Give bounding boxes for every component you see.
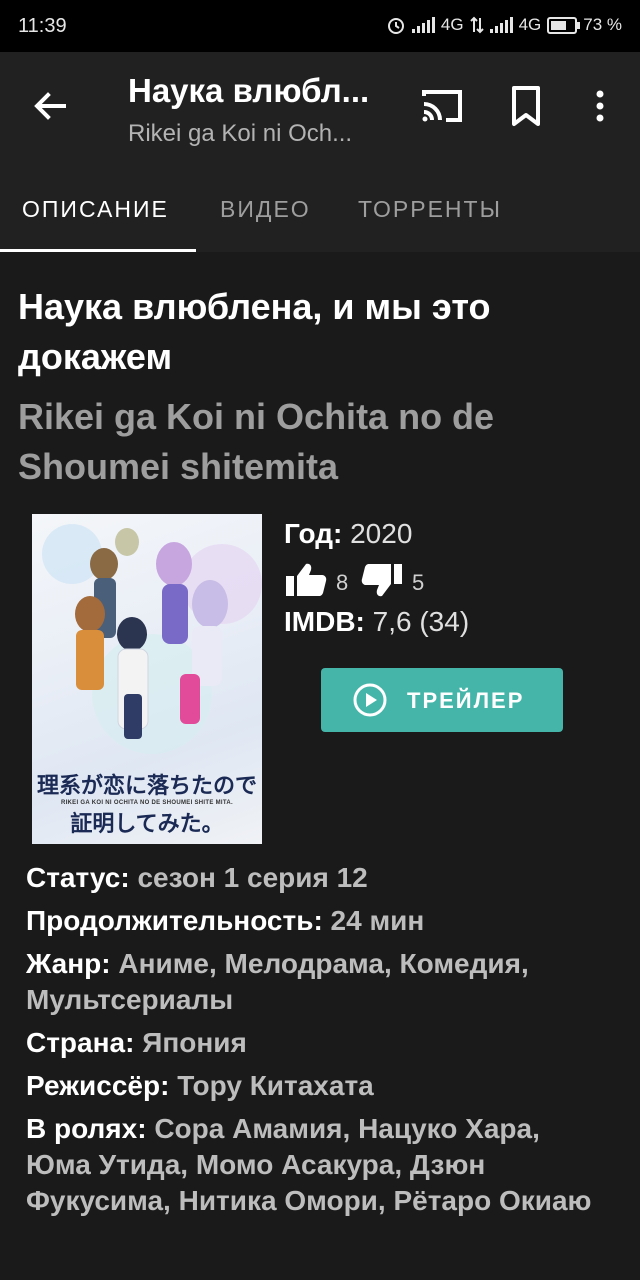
battery-icon: [547, 16, 581, 34]
cast-icon[interactable]: [418, 82, 466, 130]
trailer-label: ТРЕЙЛЕР: [407, 688, 525, 713]
detail-label: Продолжительность: [26, 905, 314, 936]
detail-label: Страна: [26, 1027, 126, 1058]
movie-original-title: Rikei ga Koi ni Ochita no de Shoumei shi…: [18, 396, 495, 487]
detail-value: сезон 1 серия 12: [137, 862, 368, 893]
year-row: Год: 2020: [284, 518, 413, 549]
detail-director: Режиссёр: Тору Китахата: [26, 1070, 374, 1101]
poster-title-line1: 理系が恋に落ちたので: [36, 774, 257, 799]
network-type-1: 4G: [440, 15, 464, 34]
movie-title: Наука влюблена, и мы это докажем: [18, 286, 491, 377]
alarm-icon: [387, 18, 404, 34]
trailer-button[interactable]: ТРЕЙЛЕР: [321, 668, 563, 732]
toolbar: Наука влюбл... Rikei ga Koi ni Och...: [0, 52, 640, 160]
back-arrow-icon[interactable]: [26, 82, 74, 130]
data-transfer-icon: [469, 16, 484, 34]
content: Наука влюблена, и мы это докажем Rikei g…: [0, 252, 640, 1280]
dislikes-count: 5: [412, 570, 425, 595]
detail-value: 24 мин: [330, 905, 425, 936]
detail-label: Статус: [26, 862, 121, 893]
status-icons: 4G 4G 73 %: [386, 15, 622, 35]
imdb-label: IMDB: [284, 606, 356, 637]
toolbar-title: Наука влюбл...: [128, 72, 370, 109]
detail-value: Тору Китахата: [177, 1070, 374, 1101]
tab-bar: ОПИСАНИЕ ВИДЕО ТОРРЕНТЫ: [0, 160, 640, 252]
detail-label: В ролях: [26, 1113, 138, 1144]
signal-icon-2: [489, 17, 513, 33]
poster-image[interactable]: 理系が恋に落ちたので RIKEI GA KOI NI OCHITA NO DE …: [32, 514, 262, 844]
toolbar-subtitle: Rikei ga Koi ni Och...: [128, 120, 353, 147]
play-circle-icon: [353, 683, 387, 717]
toolbar-titles: Наука влюбл... Rikei ga Koi ni Och...: [128, 72, 388, 148]
poster-caption: 理系が恋に落ちたので RIKEI GA KOI NI OCHITA NO DE …: [32, 768, 262, 838]
tab-torrents[interactable]: ТОРРЕНТЫ: [358, 196, 502, 223]
detail-duration: Продолжительность: 24 мин: [26, 905, 425, 936]
network-type-2: 4G: [518, 15, 542, 34]
battery-level: 73 %: [583, 15, 622, 34]
more-options-icon[interactable]: [580, 82, 620, 130]
imdb-row: IMDB: 7,6 (34): [284, 606, 470, 637]
detail-status: Статус: сезон 1 серия 12: [26, 862, 368, 893]
details-list: Статус: сезон 1 серия 12 Продолжительнос…: [26, 860, 606, 1226]
status-time: 11:39: [18, 15, 67, 37]
detail-label: Режиссёр: [26, 1070, 161, 1101]
detail-label: Жанр: [26, 948, 102, 979]
year-value: 2020: [350, 518, 413, 549]
detail-genre: Жанр: Аниме, Мелодрама, Комедия, Мультсе…: [26, 948, 529, 1015]
bookmark-icon[interactable]: [504, 82, 548, 130]
thumbs-up-icon[interactable]: [284, 562, 328, 598]
detail-value: Япония: [142, 1027, 247, 1058]
poster-title-line2: 証明してみた。: [70, 812, 224, 837]
status-bar: 11:39 4G 4G 73 %: [0, 0, 640, 52]
likes-count: 8: [336, 570, 349, 595]
detail-cast: В ролях: Сора Амамия, Нацуко Хара, Юма У…: [26, 1113, 592, 1216]
signal-icon: [411, 17, 435, 33]
tab-video[interactable]: ВИДЕО: [220, 196, 311, 223]
tab-description[interactable]: ОПИСАНИЕ: [22, 196, 169, 223]
votes-row: 8 5: [284, 558, 484, 602]
imdb-value: 7,6 (34): [372, 606, 470, 637]
thumbs-down-icon[interactable]: [360, 562, 404, 598]
detail-country: Страна: Япония: [26, 1027, 247, 1058]
year-label: Год: [284, 518, 333, 549]
